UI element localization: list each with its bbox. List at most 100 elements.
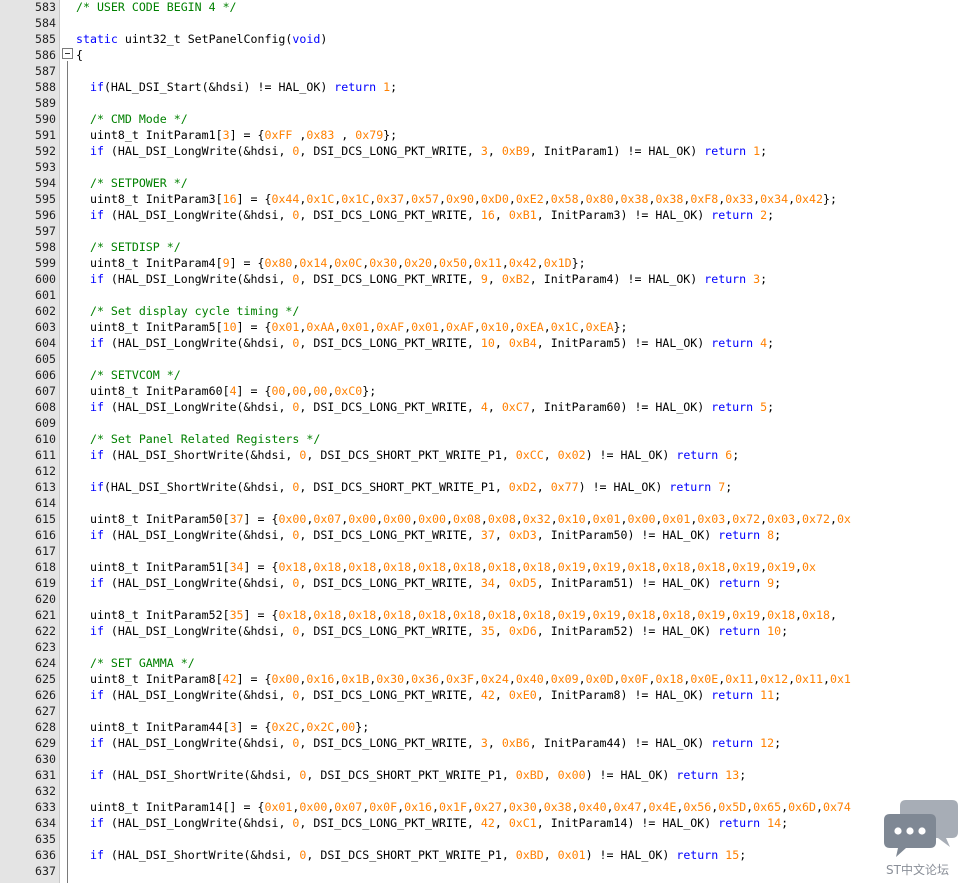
code-text[interactable]: uint8_t InitParam3[16] = {0x44, 0x1C, 0x1C… bbox=[76, 191, 837, 207]
code-text[interactable]: /* SETDISP */ bbox=[76, 239, 181, 255]
code-text[interactable]: if (HAL_DSI_LongWrite(&hdsi, 0, DSI_DCS_… bbox=[76, 271, 767, 287]
code-line[interactable]: 626 if (HAL_DSI_LongWrite(&hdsi, 0, DSI_… bbox=[0, 687, 963, 703]
code-line[interactable]: 604 if (HAL_DSI_LongWrite(&hdsi, 0, DSI_… bbox=[0, 335, 963, 351]
code-line[interactable]: 620 bbox=[0, 591, 963, 607]
code-line[interactable]: 592 if (HAL_DSI_LongWrite(&hdsi, 0, DSI_… bbox=[0, 143, 963, 159]
code-line[interactable]: 601 bbox=[0, 287, 963, 303]
code-line[interactable]: 624 /* SET GAMMA */ bbox=[0, 655, 963, 671]
code-line[interactable]: 583 /* USER CODE BEGIN 4 */ bbox=[0, 0, 963, 15]
code-lines[interactable]: 583 /* USER CODE BEGIN 4 */ 584 585 static u… bbox=[0, 0, 963, 879]
code-text[interactable]: if(HAL_DSI_Start(&hdsi) != HAL_OK) retur… bbox=[76, 79, 397, 95]
code-line[interactable]: 589 bbox=[0, 95, 963, 111]
code-line[interactable]: 629 if (HAL_DSI_LongWrite(&hdsi, 0, DSI_… bbox=[0, 735, 963, 751]
code-text[interactable]: if (HAL_DSI_LongWrite(&hdsi, 0, DSI_DCS_… bbox=[76, 399, 774, 415]
code-line[interactable]: 609 bbox=[0, 415, 963, 431]
code-text[interactable]: /* SETPOWER */ bbox=[76, 175, 188, 191]
code-text[interactable]: uint8_t InitParam14[] = {0x01, 0x00, 0x07,… bbox=[76, 799, 851, 815]
code-line[interactable]: 593 bbox=[0, 159, 963, 175]
code-line[interactable]: 617 bbox=[0, 543, 963, 559]
code-text[interactable]: /* SET GAMMA */ bbox=[76, 655, 195, 671]
code-line[interactable]: 596 if (HAL_DSI_LongWrite(&hdsi, 0, DSI_… bbox=[0, 207, 963, 223]
code-line[interactable]: 594 /* SETPOWER */ bbox=[0, 175, 963, 191]
code-text[interactable]: uint8_t InitParam44[3] = {0x2C,0x2C,00}; bbox=[76, 719, 369, 735]
code-line[interactable]: 591 uint8_t InitParam1[3] = {0xFF ,0x83 … bbox=[0, 127, 963, 143]
code-text[interactable]: if (HAL_DSI_LongWrite(&hdsi, 0, DSI_DCS_… bbox=[76, 735, 781, 751]
code-line[interactable]: 598 /* SETDISP */ bbox=[0, 239, 963, 255]
code-line[interactable]: 607 uint8_t InitParam60[4] = {00,00,00,0… bbox=[0, 383, 963, 399]
code-line[interactable]: 615 uint8_t InitParam50[37] = {0x00,0x07… bbox=[0, 511, 963, 527]
code-text[interactable]: if (HAL_DSI_ShortWrite(&hdsi, 0, DSI_DCS… bbox=[76, 447, 739, 463]
code-line[interactable]: 622 if (HAL_DSI_LongWrite(&hdsi, 0, DSI_… bbox=[0, 623, 963, 639]
code-line[interactable]: 636 if (HAL_DSI_ShortWrite(&hdsi, 0, DSI… bbox=[0, 847, 963, 863]
code-text[interactable]: uint8_t InitParam5[10] = {0x01,0xAA,0x01… bbox=[76, 319, 628, 335]
code-text[interactable]: uint8_t InitParam8[42] = {0x00, 0x16, 0x1B… bbox=[76, 671, 851, 687]
code-text[interactable]: uint8_t InitParam1[3] = {0xFF ,0x83 , 0x… bbox=[76, 127, 397, 143]
code-text[interactable]: /* USER CODE BEGIN 4 */ bbox=[76, 0, 237, 15]
code-line[interactable]: 599 uint8_t InitParam4[9] = {0x80,0x14,0… bbox=[0, 255, 963, 271]
code-text[interactable]: uint8_t InitParam50[37] = {0x00,0x07,0x0… bbox=[76, 511, 851, 527]
code-text[interactable]: if (HAL_DSI_LongWrite(&hdsi, 0, DSI_DCS_… bbox=[76, 687, 781, 703]
code-text[interactable]: static uint32_t SetPanelConfig(void) bbox=[76, 31, 327, 47]
code-line[interactable]: 627 bbox=[0, 703, 963, 719]
code-line[interactable]: 595 uint8_t InitParam3[16] = {0x44, 0x1C,… bbox=[0, 191, 963, 207]
code-line[interactable]: 605 bbox=[0, 351, 963, 367]
code-text[interactable]: uint8_t InitParam4[9] = {0x80, 0x14, 0x0C,… bbox=[76, 255, 586, 271]
code-line[interactable]: 635 bbox=[0, 831, 963, 847]
code-line[interactable]: 632 bbox=[0, 783, 963, 799]
code-text[interactable]: /* Set Panel Related Registers */ bbox=[76, 431, 320, 447]
code-text[interactable]: if (HAL_DSI_LongWrite(&hdsi, 0, DSI_DCS_… bbox=[76, 527, 781, 543]
code-line[interactable]: 628 uint8_t InitParam44[3] = {0x2C,0x2C,… bbox=[0, 719, 963, 735]
code-text[interactable]: uint8_t InitParam52[35] = {0x18,0x18,0x1… bbox=[76, 607, 837, 623]
code-line[interactable]: 623 bbox=[0, 639, 963, 655]
code-text[interactable]: if (HAL_DSI_ShortWrite(&hdsi, 0, DSI_DCS… bbox=[76, 847, 746, 863]
code-line[interactable]: 633 uint8_t InitParam14[] = {0x01,0x00,0… bbox=[0, 799, 963, 815]
code-text[interactable]: if (HAL_DSI_LongWrite(&hdsi, 0, DSI_DCS_… bbox=[76, 575, 781, 591]
code-text[interactable]: if (HAL_DSI_ShortWrite(&hdsi, 0, DSI_DCS… bbox=[76, 767, 746, 783]
code-line[interactable]: 606 /* SETVCOM */ bbox=[0, 367, 963, 383]
code-line[interactable]: 588 if(HAL_DSI_Start(&hdsi) != HAL_OK) r… bbox=[0, 79, 963, 95]
code-line[interactable]: 587 bbox=[0, 63, 963, 79]
code-text[interactable]: if (HAL_DSI_LongWrite(&hdsi, 0, DSI_DCS_… bbox=[76, 207, 774, 223]
code-text[interactable]: /* SETVCOM */ bbox=[76, 367, 181, 383]
code-text[interactable]: if (HAL_DSI_LongWrite(&hdsi, 0, DSI_DCS_… bbox=[76, 335, 774, 351]
code-editor[interactable]: 583 /* USER CODE BEGIN 4 */ 584 585 static u… bbox=[0, 0, 963, 883]
code-line[interactable]: 613 if(HAL_DSI_ShortWrite(&hdsi, 0, DSI_… bbox=[0, 479, 963, 495]
code-line[interactable]: 610 /* Set Panel Related Registers */ bbox=[0, 431, 963, 447]
code-line[interactable]: 600 if (HAL_DSI_LongWrite(&hdsi, 0, DSI_… bbox=[0, 271, 963, 287]
code-line[interactable]: 602 /* Set display cycle timing */ bbox=[0, 303, 963, 319]
code-line[interactable]: 584 bbox=[0, 15, 963, 31]
code-token: , bbox=[501, 256, 509, 270]
code-text[interactable]: if (HAL_DSI_LongWrite(&hdsi, 0, DSI_DCS_… bbox=[76, 143, 767, 159]
code-token: , bbox=[543, 448, 558, 462]
code-text[interactable]: if (HAL_DSI_LongWrite(&hdsi, 0, DSI_DCS_… bbox=[76, 815, 788, 831]
code-text[interactable]: { bbox=[76, 47, 83, 63]
code-token: , bbox=[550, 512, 558, 526]
code-line[interactable]: 630 bbox=[0, 751, 963, 767]
code-line[interactable]: 585 static uint32_t SetPanelConfig(void) bbox=[0, 31, 963, 47]
code-line[interactable]: 634 if (HAL_DSI_LongWrite(&hdsi, 0, DSI_… bbox=[0, 815, 963, 831]
line-number: 637 bbox=[35, 864, 56, 878]
code-line[interactable]: 619 if (HAL_DSI_LongWrite(&hdsi, 0, DSI_… bbox=[0, 575, 963, 591]
code-line[interactable]: 616 if (HAL_DSI_LongWrite(&hdsi, 0, DSI_… bbox=[0, 527, 963, 543]
code-line[interactable]: 597 bbox=[0, 223, 963, 239]
code-text[interactable]: if (HAL_DSI_LongWrite(&hdsi, 0, DSI_DCS_… bbox=[76, 623, 788, 639]
code-line[interactable]: 637 bbox=[0, 863, 963, 879]
code-line[interactable]: 625 uint8_t InitParam8[42] = {0x00, 0x16,… bbox=[0, 671, 963, 687]
code-line[interactable]: 590 /* CMD Mode */ bbox=[0, 111, 963, 127]
code-text[interactable]: uint8_t InitParam60[4] = {00,00,00,0xC0}… bbox=[76, 383, 376, 399]
code-line[interactable]: 621 uint8_t InitParam52[35] = {0x18,0x18… bbox=[0, 607, 963, 623]
code-token: uint8_t InitParam14[] = { bbox=[76, 800, 265, 814]
code-line[interactable]: 618 uint8_t InitParam51[34] = {0x18,0x18… bbox=[0, 559, 963, 575]
code-text[interactable]: /* Set display cycle timing */ bbox=[76, 303, 299, 319]
code-line[interactable]: 612 bbox=[0, 463, 963, 479]
code-text[interactable]: uint8_t InitParam51[34] = {0x18,0x18,0x1… bbox=[76, 559, 816, 575]
code-line[interactable]: 603 uint8_t InitParam5[10] = {0x01,0xAA,… bbox=[0, 319, 963, 335]
code-text[interactable]: if(HAL_DSI_ShortWrite(&hdsi, 0, DSI_DCS_… bbox=[76, 479, 732, 495]
code-line[interactable]: 608 if (HAL_DSI_LongWrite(&hdsi, 0, DSI_… bbox=[0, 399, 963, 415]
code-line[interactable]: 586 { bbox=[0, 47, 963, 63]
code-line[interactable]: 614 bbox=[0, 495, 963, 511]
code-line[interactable]: 631 if (HAL_DSI_ShortWrite(&hdsi, 0, DSI… bbox=[0, 767, 963, 783]
code-token: 0x07 bbox=[334, 800, 363, 814]
code-line[interactable]: 611 if (HAL_DSI_ShortWrite(&hdsi, 0, DSI… bbox=[0, 447, 963, 463]
code-text[interactable]: /* CMD Mode */ bbox=[76, 111, 188, 127]
